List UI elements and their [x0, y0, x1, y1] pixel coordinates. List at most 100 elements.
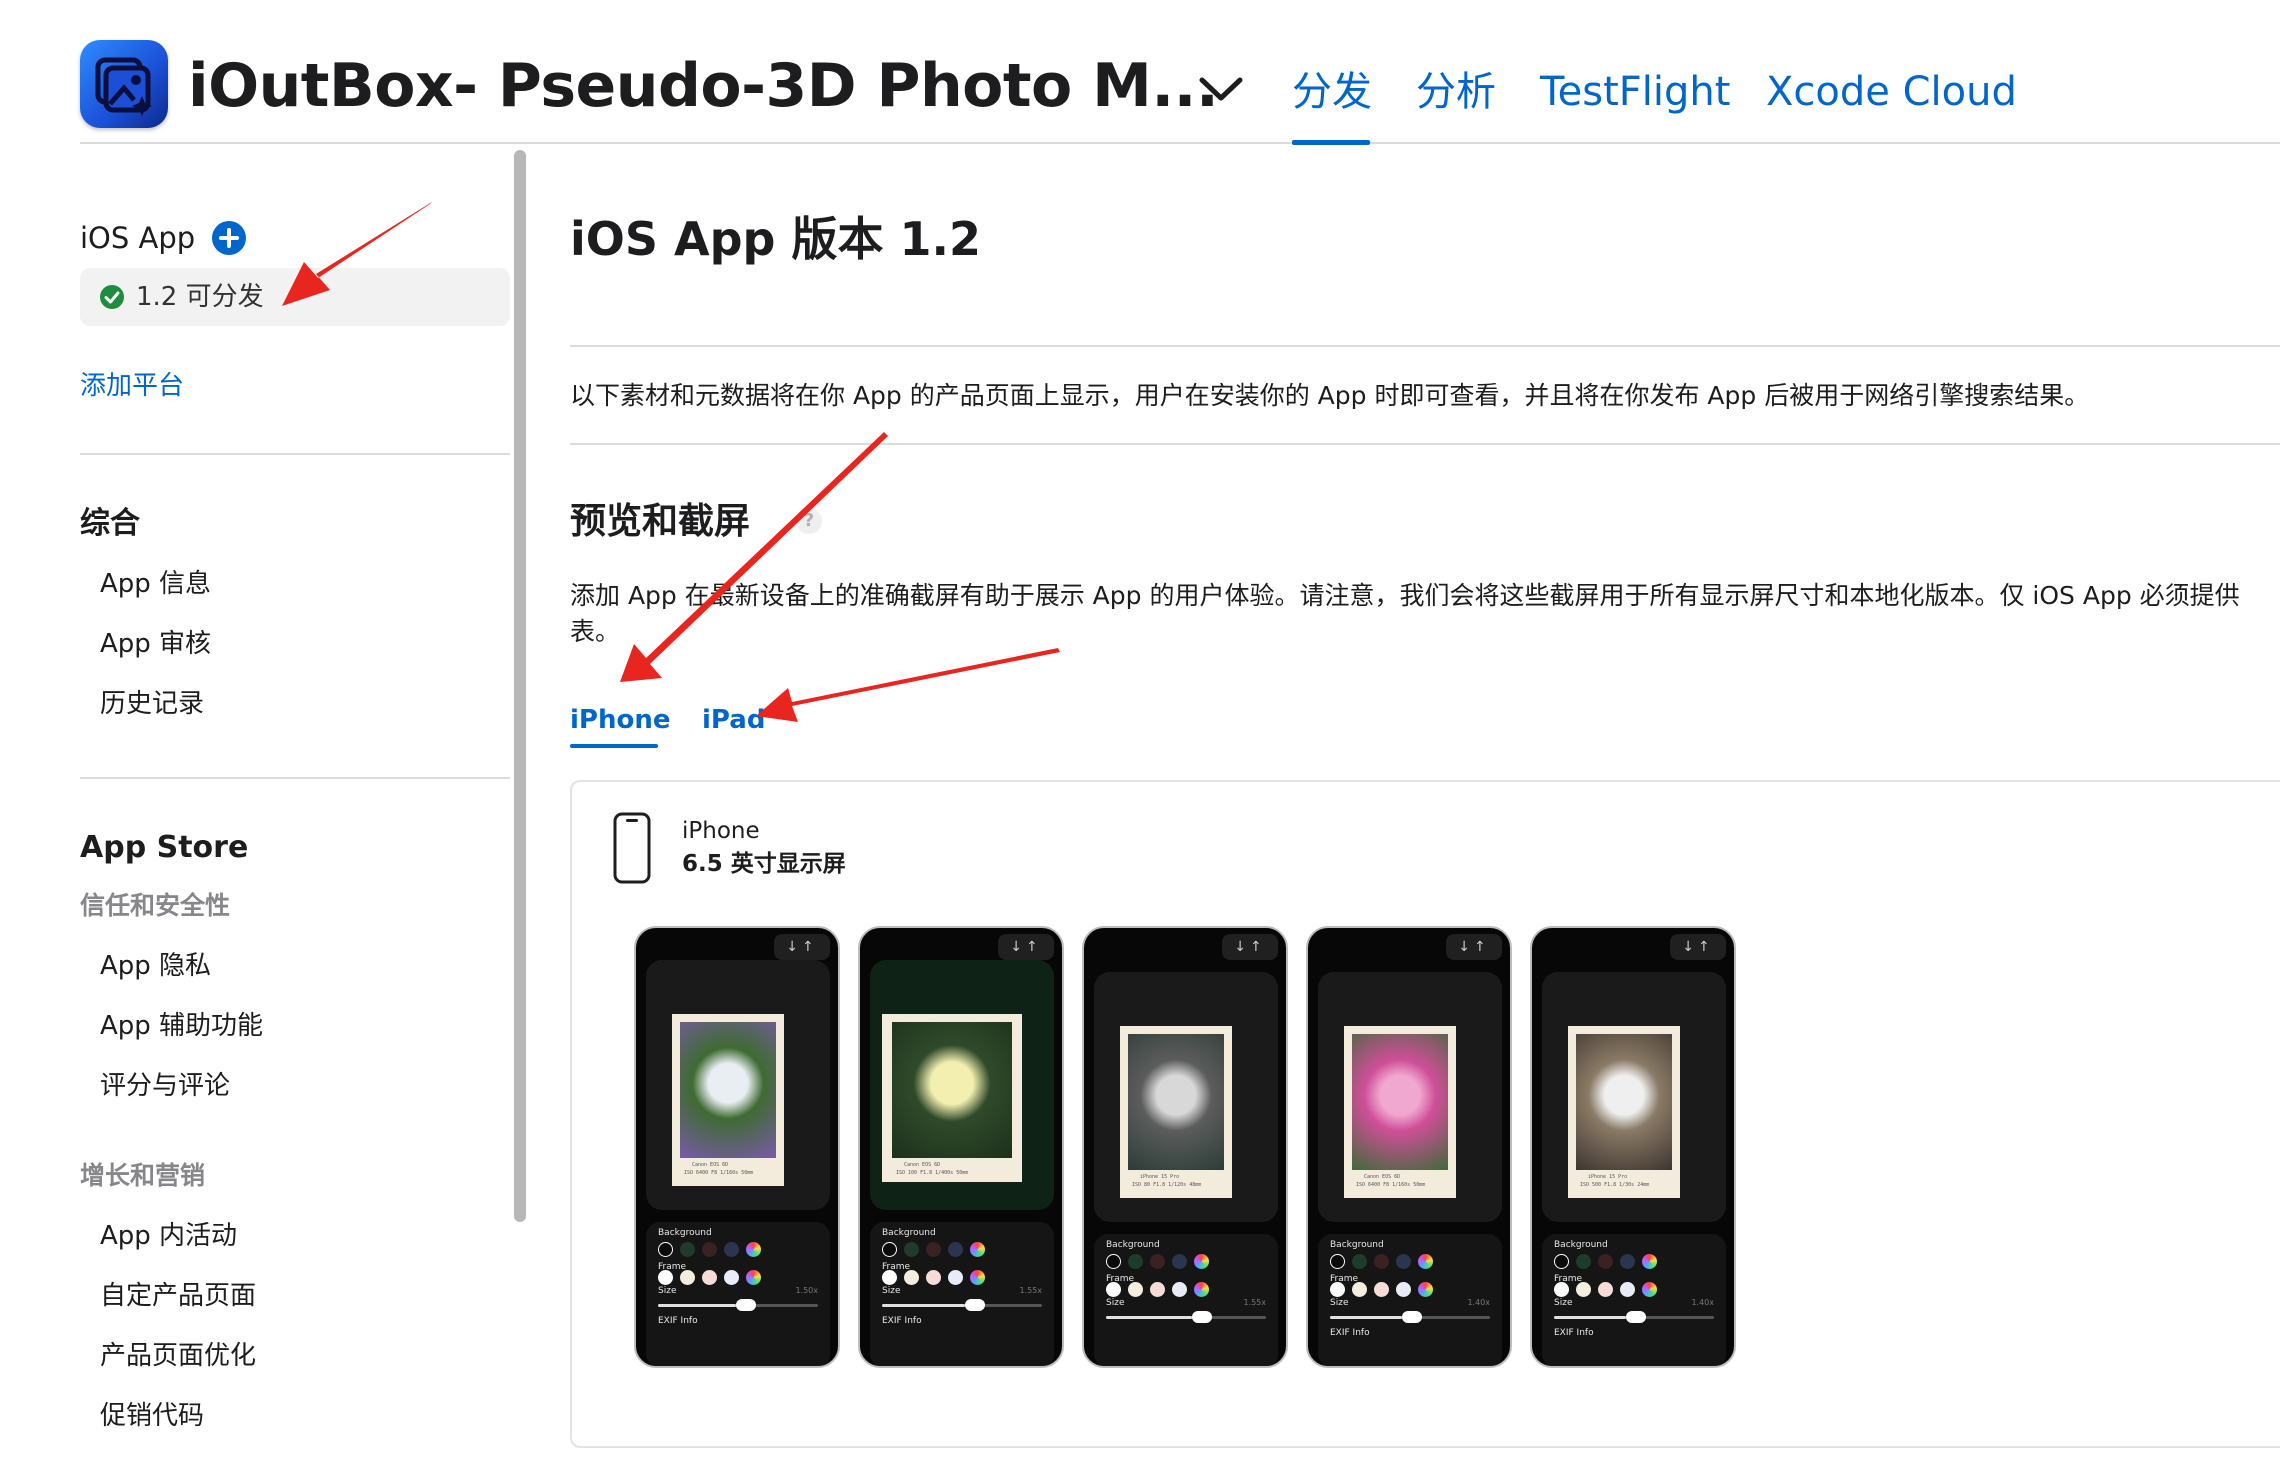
frame-swatch[interactable] [1598, 1282, 1613, 1297]
frame-swatch[interactable] [1150, 1282, 1165, 1297]
display-size: 6.5 英寸显示屏 [682, 851, 846, 877]
frame-swatch[interactable] [1172, 1282, 1187, 1297]
frame-swatch[interactable] [926, 1270, 941, 1285]
background-swatch[interactable] [1396, 1254, 1411, 1269]
background-swatch[interactable] [904, 1242, 919, 1257]
background-swatch[interactable] [1128, 1254, 1143, 1269]
background-swatch[interactable] [746, 1242, 761, 1257]
frame-swatch[interactable] [1554, 1282, 1569, 1297]
help-icon[interactable]: ? [796, 508, 822, 534]
size-label: Size [658, 1286, 677, 1296]
active-tab-indicator [1292, 140, 1370, 145]
frame-swatch[interactable] [1620, 1282, 1635, 1297]
background-swatch[interactable] [948, 1242, 963, 1257]
controls-panel: Background Frame Size 1.55x [1094, 1234, 1278, 1366]
slider-thumb[interactable] [964, 1299, 985, 1311]
frame-swatch[interactable] [1352, 1282, 1367, 1297]
screenshot-thumbnail[interactable]: ↓↑ Canon EOS 6D ISO 100 F1.8 1/400s 50mm Ba… [858, 926, 1064, 1368]
background-swatch[interactable] [658, 1242, 673, 1257]
screenshot-thumbnail[interactable]: ↓↑ iPhone 15 Pro ISO 80 F1.8 1/120s 48mm Ba… [1082, 926, 1288, 1368]
slider-thumb[interactable] [1191, 1311, 1212, 1323]
frame-swatch[interactable] [882, 1270, 897, 1285]
background-swatch[interactable] [1352, 1254, 1367, 1269]
frame-swatch[interactable] [1576, 1282, 1591, 1297]
frame-swatch[interactable] [1330, 1282, 1345, 1297]
tab-testflight[interactable]: TestFlight [1540, 66, 1730, 118]
tab-analytics[interactable]: 分析 [1416, 66, 1496, 118]
frame-swatch[interactable] [1194, 1282, 1209, 1297]
sidebar-item-in-app-events[interactable]: App 内活动 [100, 1218, 237, 1254]
photo-caption: Canon EOS 6D [692, 1162, 729, 1168]
background-swatch[interactable] [680, 1242, 695, 1257]
app-title[interactable]: iOutBox- Pseudo-3D Photo M... [188, 46, 1219, 126]
frame-swatch[interactable] [1374, 1282, 1389, 1297]
slider-fill [1106, 1316, 1192, 1319]
screenshot-thumbnail[interactable]: ↓↑ iPhone 15 Pro ISO 500 F1.8 1/30s 24mm Ba… [1530, 926, 1736, 1368]
background-swatch[interactable] [1330, 1254, 1345, 1269]
exif-info-label: EXIF Info [1330, 1328, 1370, 1338]
tab-xcode-cloud[interactable]: Xcode Cloud [1766, 66, 2017, 118]
content-divider [570, 443, 2280, 445]
sidebar-item-app-info[interactable]: App 信息 [100, 566, 211, 602]
sidebar-scrollbar[interactable] [514, 150, 526, 1222]
frame-swatch[interactable] [680, 1270, 695, 1285]
frame-swatch[interactable] [702, 1270, 717, 1285]
background-swatch[interactable] [1554, 1254, 1569, 1269]
background-swatch[interactable] [1150, 1254, 1165, 1269]
arrow-to-iphone-tab [620, 432, 888, 682]
background-swatch[interactable] [1576, 1254, 1591, 1269]
background-swatch[interactable] [1172, 1254, 1187, 1269]
background-swatch[interactable] [702, 1242, 717, 1257]
sidebar-item-version[interactable]: 1.2 可分发 [80, 268, 510, 326]
background-swatch[interactable] [1418, 1254, 1433, 1269]
sidebar-item-app-privacy[interactable]: App 隐私 [100, 948, 211, 984]
sidebar-item-product-page-optimization[interactable]: 产品页面优化 [100, 1338, 256, 1374]
sidebar-item-custom-product-page[interactable]: 自定产品页面 [100, 1278, 256, 1314]
frame-swatch[interactable] [724, 1270, 739, 1285]
slider-thumb[interactable] [736, 1299, 756, 1311]
background-swatch[interactable] [1374, 1254, 1389, 1269]
frame-swatch[interactable] [1396, 1282, 1411, 1297]
device-tab-ipad[interactable]: iPad [702, 702, 765, 738]
screenshot-thumbnail[interactable]: ↓↑ Canon EOS 6D ISO 6400 F8 1/160s 50mm Bac… [1306, 926, 1512, 1368]
slider-fill [1554, 1316, 1626, 1319]
background-label: Background [1106, 1240, 1160, 1250]
frame-swatch[interactable] [1128, 1282, 1143, 1297]
background-swatch[interactable] [1598, 1254, 1613, 1269]
background-swatch[interactable] [1642, 1254, 1657, 1269]
frame-swatch[interactable] [1106, 1282, 1121, 1297]
background-swatch[interactable] [970, 1242, 985, 1257]
tab-distribution[interactable]: 分发 [1292, 66, 1372, 118]
background-swatch[interactable] [882, 1242, 897, 1257]
frame-swatch[interactable] [1642, 1282, 1657, 1297]
chevron-down-icon[interactable] [1196, 68, 1246, 108]
sidebar-item-ratings[interactable]: 评分与评论 [100, 1068, 230, 1104]
frame-swatch[interactable] [1418, 1282, 1433, 1297]
background-label: Background [1330, 1240, 1384, 1250]
frame-swatch[interactable] [746, 1270, 761, 1285]
photo-caption: Canon EOS 6D [1364, 1174, 1401, 1180]
screenshot-thumbnail[interactable]: ↓↑ Canon EOS 6D ISO 6400 F8 1/160s 50mm Bac… [634, 926, 840, 1368]
sidebar-item-history[interactable]: 历史记录 [100, 686, 204, 722]
frame-swatch[interactable] [658, 1270, 673, 1285]
frame-swatch[interactable] [904, 1270, 919, 1285]
header-divider [80, 142, 2280, 144]
slider-thumb[interactable] [1626, 1311, 1646, 1323]
background-swatch[interactable] [1106, 1254, 1121, 1269]
sidebar-item-accessibility[interactable]: App 辅助功能 [100, 1008, 263, 1044]
sidebar-item-promo-codes[interactable]: 促销代码 [100, 1398, 204, 1434]
preview-section-title: 预览和截屏 [570, 501, 751, 542]
sidebar-item-app-review[interactable]: App 审核 [100, 626, 211, 662]
device-tab-iphone[interactable]: iPhone [570, 702, 670, 738]
device-tab-indicator [570, 744, 658, 748]
frame-swatch[interactable] [970, 1270, 985, 1285]
size-label: Size [1330, 1298, 1349, 1308]
background-swatch[interactable] [1194, 1254, 1209, 1269]
frame-swatch[interactable] [948, 1270, 963, 1285]
slider-thumb[interactable] [1402, 1311, 1422, 1323]
add-platform-link[interactable]: 添加平台 [80, 368, 184, 404]
background-swatch[interactable] [926, 1242, 941, 1257]
background-swatch[interactable] [724, 1242, 739, 1257]
add-version-icon[interactable] [212, 221, 246, 255]
background-swatch[interactable] [1620, 1254, 1635, 1269]
